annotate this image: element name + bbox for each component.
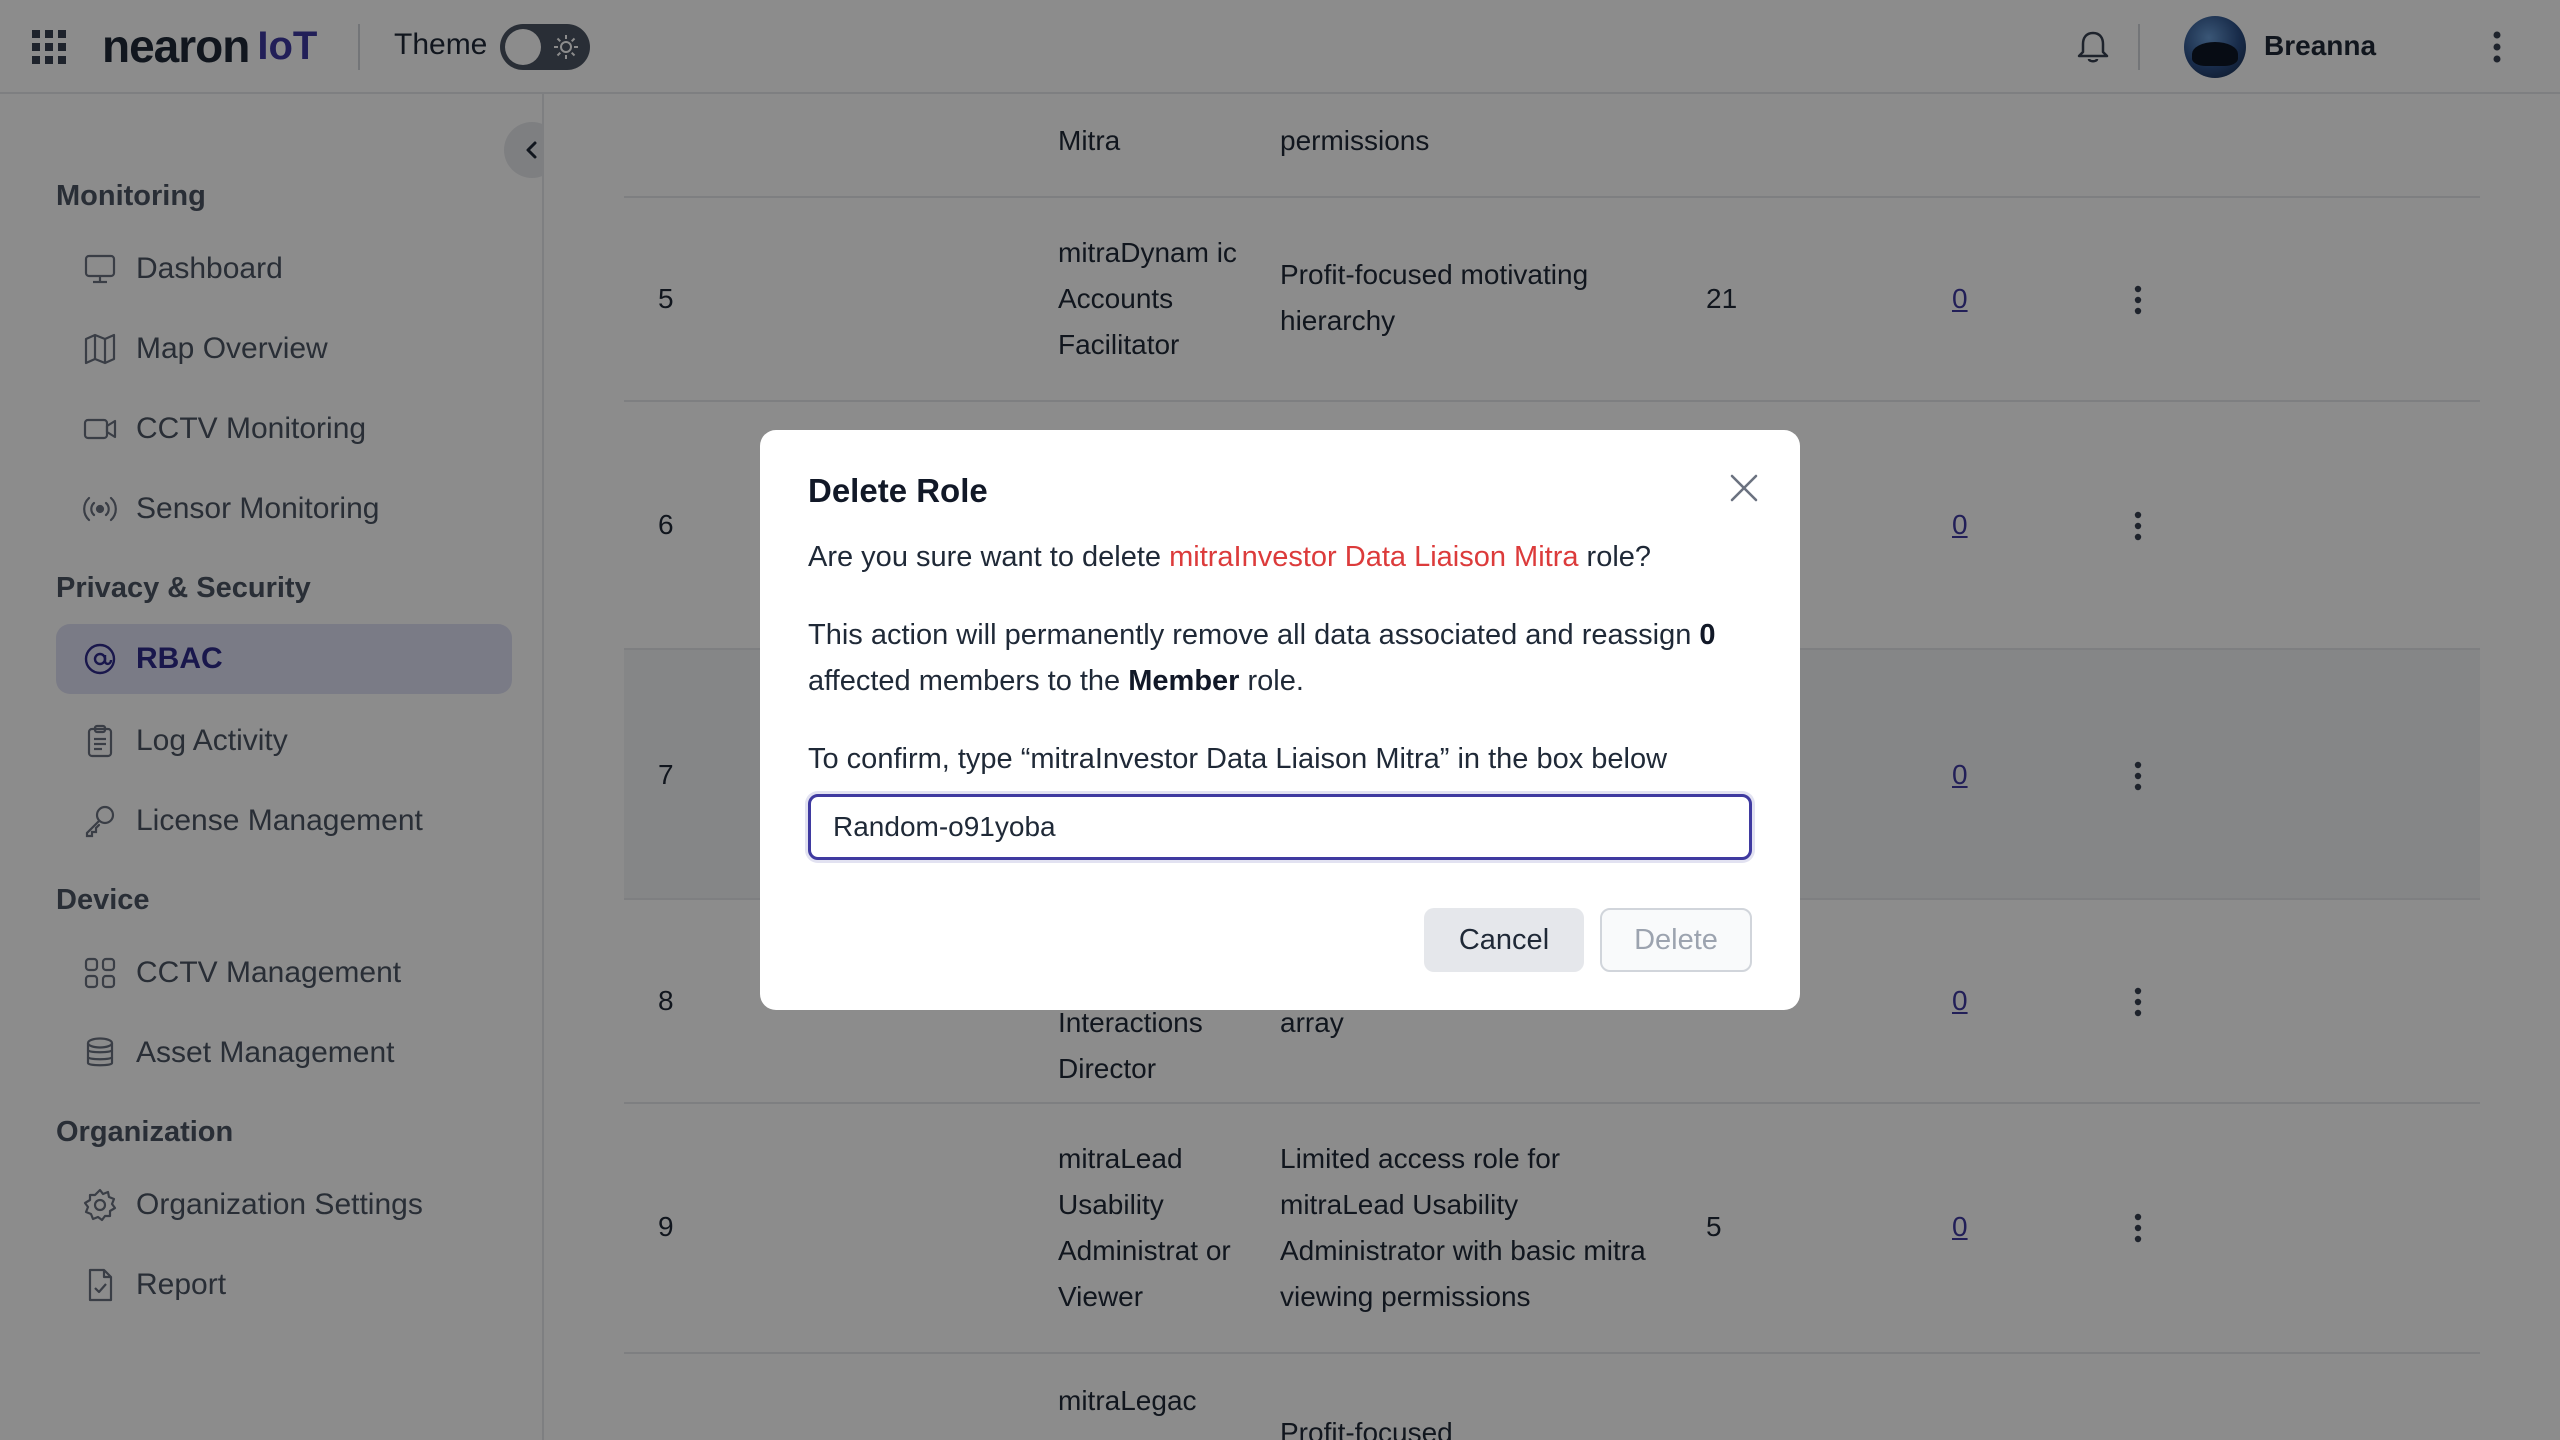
warning-text: role. [1239,665,1304,697]
warning-text: This action will permanently remove all … [808,619,1700,651]
role-name-highlight: mitraInvestor Data Liaison Mitra [1169,541,1579,573]
warning-text: affected members to the [808,665,1129,697]
delete-role-dialog: Delete Role Are you sure want to delete … [760,430,1800,1010]
question-prefix: Are you sure want to delete [808,541,1170,573]
fallback-role-name: Member [1128,665,1240,697]
delete-button[interactable]: Delete [1600,908,1752,972]
confirm-role-name-input[interactable] [808,794,1752,860]
dialog-title: Delete Role [808,472,988,509]
affected-count: 0 [1699,619,1716,651]
cancel-button[interactable]: Cancel [1424,908,1584,972]
close-icon[interactable] [1724,468,1764,508]
dialog-question: Are you sure want to delete mitraInvesto… [808,534,1768,580]
dialog-warning: This action will permanently remove all … [808,612,1768,704]
question-suffix: role? [1578,541,1652,573]
confirm-instruction: To confirm, type “mitraInvestor Data Lia… [808,743,1668,775]
